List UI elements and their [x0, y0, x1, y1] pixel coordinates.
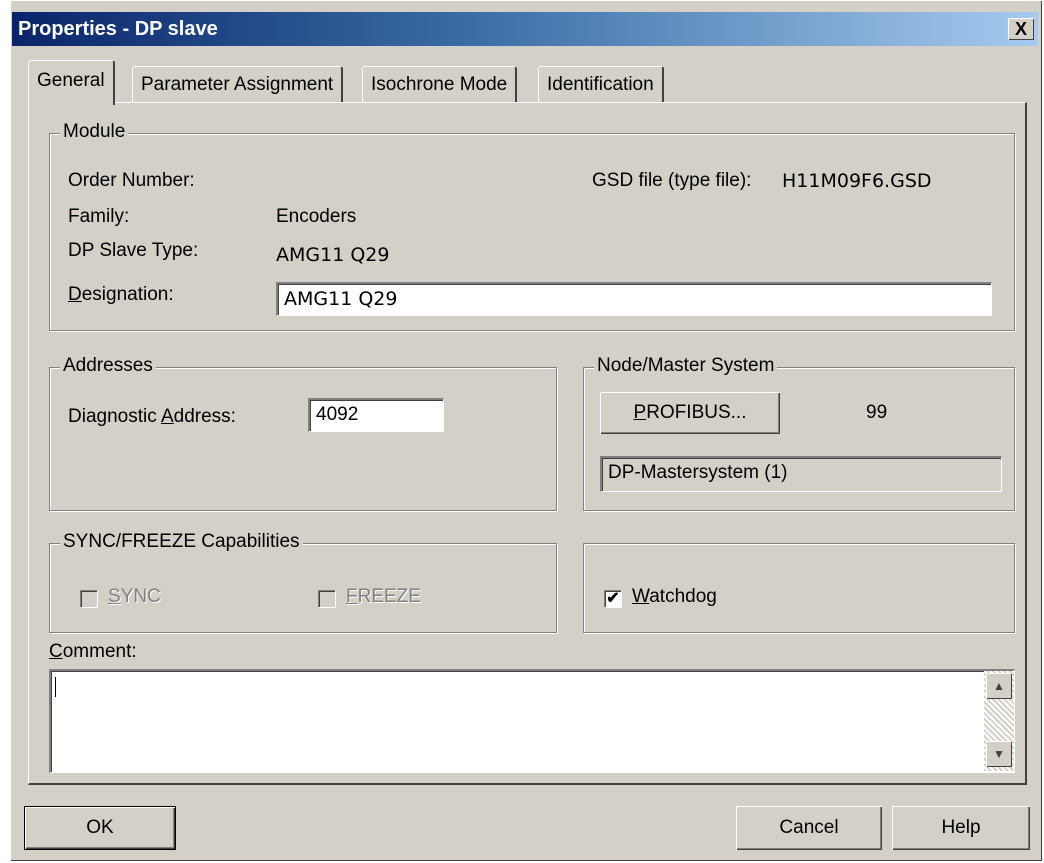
help-button[interactable]: Help: [892, 806, 1030, 850]
scroll-down-button[interactable]: ▼: [986, 741, 1012, 767]
designation-label: Designation:: [68, 284, 174, 306]
comment-label: Comment:: [49, 641, 137, 663]
watchdog-group: ✔ Watchdog: [583, 543, 1015, 633]
diagnostic-address-label-pre: Diagnostic: [68, 406, 161, 427]
node-master-group: Node/Master System PROFIBUS... 99 DP-Mas…: [583, 355, 1015, 511]
tab-general-label: General: [37, 70, 105, 91]
diagnostic-address-label-post: ddress:: [173, 406, 236, 427]
diagnostic-address-label: Diagnostic Address:: [68, 406, 236, 428]
addresses-legend: Addresses: [60, 355, 156, 377]
sync-checkbox[interactable]: [80, 590, 98, 608]
freeze-mnemonic: F: [346, 586, 358, 607]
comment-label-text: omment:: [62, 641, 137, 662]
watchdog-checkbox[interactable]: ✔: [604, 590, 622, 608]
close-button[interactable]: X: [1008, 18, 1034, 40]
tab-parameter-assignment-label: Parameter Assignment: [141, 74, 334, 95]
tab-isochrone-mode-label: Isochrone Mode: [371, 74, 508, 95]
close-icon: X: [1014, 19, 1027, 39]
text-caret: [55, 677, 56, 697]
designation-input[interactable]: AMG11 Q29: [276, 282, 992, 316]
comment-textarea[interactable]: ▲ ▼: [49, 669, 1015, 773]
tab-parameter-assignment[interactable]: Parameter Assignment: [132, 66, 344, 103]
cancel-button[interactable]: Cancel: [736, 806, 882, 850]
freeze-checkbox[interactable]: [318, 590, 336, 608]
node-master-legend: Node/Master System: [594, 355, 778, 377]
watchdog-label: Watchdog: [632, 586, 717, 608]
profibus-button-label: ROFIBUS...: [646, 402, 747, 423]
profibus-mnemonic: P: [633, 402, 647, 423]
window-title: Properties - DP slave: [18, 18, 218, 40]
sync-freeze-legend: SYNC/FREEZE Capabilities: [60, 531, 303, 553]
designation-label-text: esignation:: [81, 284, 174, 305]
tab-isochrone-mode[interactable]: Isochrone Mode: [362, 66, 518, 103]
freeze-label-text: REEZE: [357, 586, 421, 607]
properties-dialog: Properties - DP slave X General Paramete…: [10, 0, 1042, 861]
watchdog-label-text: atchdog: [649, 586, 717, 607]
watchdog-mnemonic: W: [632, 586, 650, 607]
scroll-up-button[interactable]: ▲: [986, 673, 1012, 699]
slave-type-value: AMG11 Q29: [276, 244, 390, 266]
sync-label: SYNC: [108, 586, 161, 608]
family-value: Encoders: [276, 206, 357, 227]
addresses-group: Addresses Diagnostic Address: 4092: [49, 355, 557, 511]
diagnostic-address-input[interactable]: 4092: [308, 398, 444, 432]
ok-button[interactable]: OK: [24, 806, 176, 850]
gsd-file-label: GSD file (type file):: [592, 170, 752, 191]
module-legend: Module: [60, 121, 129, 143]
scroll-up-icon: ▲: [993, 679, 1005, 693]
sync-mnemonic: S: [108, 586, 121, 607]
comment-mnemonic: C: [49, 641, 63, 662]
diagnostic-address-mnemonic: A: [160, 406, 174, 427]
node-address-value: 99: [866, 402, 888, 423]
designation-mnemonic: D: [68, 284, 82, 305]
title-bar[interactable]: Properties - DP slave X: [12, 12, 1038, 46]
tab-general[interactable]: General: [28, 60, 115, 105]
general-tab-panel: Module Order Number: GSD file (type file…: [28, 102, 1027, 785]
slave-type-label: DP Slave Type:: [68, 240, 199, 261]
family-label: Family:: [68, 206, 130, 227]
order-number-label: Order Number:: [68, 170, 195, 191]
profibus-button[interactable]: PROFIBUS...: [600, 392, 780, 434]
checkmark-icon: ✔: [606, 590, 620, 607]
gsd-file-value: H11M09F6.GSD: [782, 170, 932, 192]
freeze-label: FREEZE: [346, 586, 421, 608]
comment-scrollbar[interactable]: ▲ ▼: [984, 671, 1014, 771]
module-group: Module Order Number: GSD file (type file…: [49, 121, 1015, 331]
tab-identification[interactable]: Identification: [538, 66, 664, 103]
master-system-field: DP-Mastersystem (1): [600, 456, 1002, 492]
tab-identification-label: Identification: [547, 74, 654, 95]
scroll-down-icon: ▼: [993, 747, 1005, 761]
sync-label-text: YNC: [120, 586, 161, 607]
sync-freeze-group: SYNC/FREEZE Capabilities SYNC FREEZE: [49, 531, 557, 633]
